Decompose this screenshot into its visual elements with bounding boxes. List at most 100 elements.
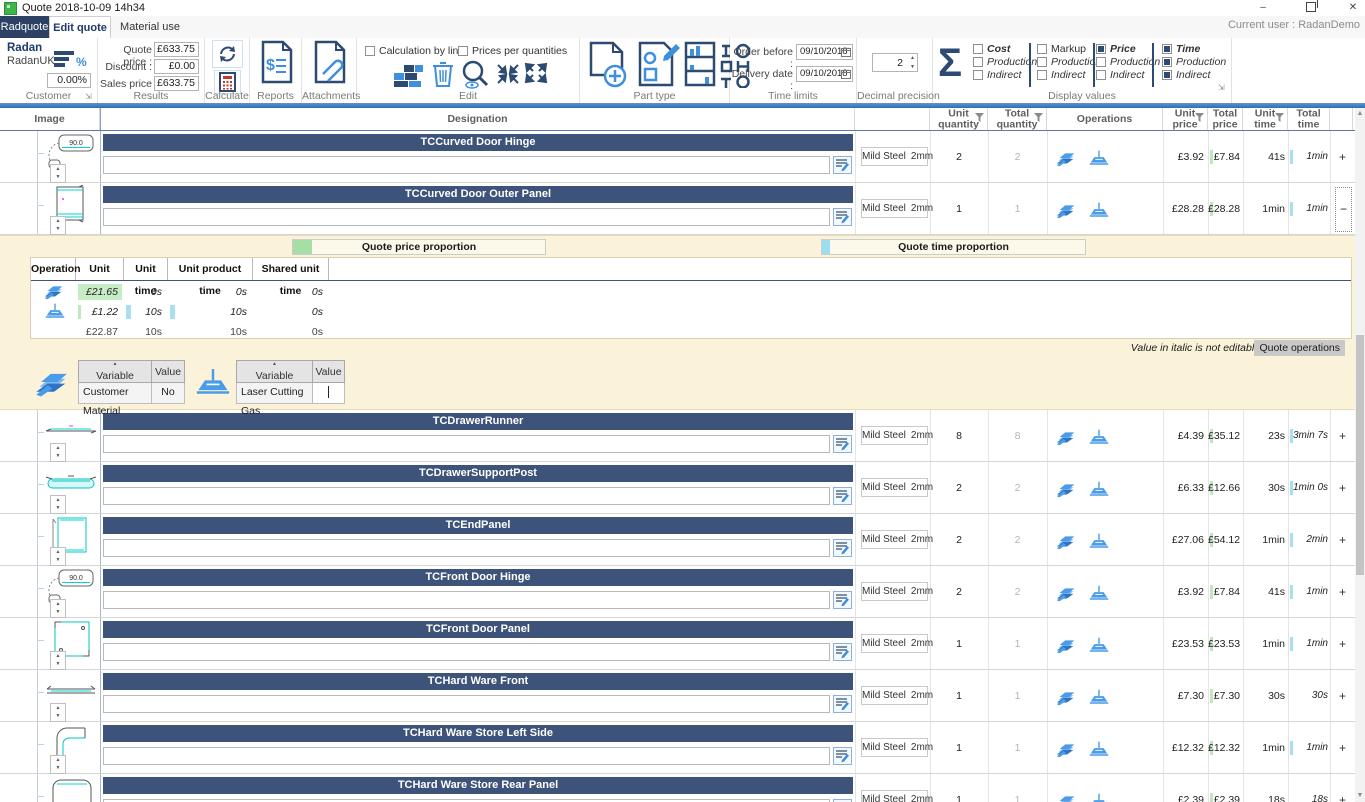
expand-row-button[interactable]: + — [1332, 618, 1353, 670]
restore-button[interactable] — [1300, 0, 1322, 15]
part-note-input[interactable] — [103, 591, 830, 609]
spinner-down-icon[interactable]: ▼ — [51, 608, 65, 616]
variable-value-cell[interactable] — [312, 383, 345, 404]
part-note-input[interactable] — [103, 747, 830, 765]
deburr-icon[interactable] — [1087, 636, 1111, 657]
expand-row-button[interactable]: + — [1332, 131, 1353, 183]
part-note-input[interactable] — [103, 695, 830, 713]
edit-checkbox-0[interactable] — [365, 46, 375, 56]
display-values-checkbox-0-1[interactable] — [973, 57, 983, 67]
display-values-checkbox-2-0[interactable] — [1096, 44, 1106, 54]
spinner-down-icon[interactable]: ▼ — [51, 452, 65, 460]
tab-radquote[interactable]: Radquote — [0, 16, 49, 38]
display-values-checkbox-0-2[interactable] — [973, 70, 983, 80]
unit-quantity-value[interactable]: 2 — [930, 462, 988, 514]
display-values-checkbox-3-1[interactable] — [1162, 57, 1172, 67]
column-header-unit-quantity[interactable]: Unitquantity — [930, 108, 988, 130]
edit-note-button[interactable] — [833, 747, 852, 765]
unit-quantity-value[interactable]: 8 — [930, 410, 988, 462]
deburr-icon[interactable] — [1087, 480, 1111, 501]
edit-note-button[interactable] — [833, 435, 852, 453]
display-values-dialog-launcher-icon[interactable]: ⇲ — [1218, 83, 1227, 92]
column-header-expander[interactable] — [1330, 108, 1353, 130]
scroll-down-icon[interactable]: ▼ — [1355, 790, 1365, 802]
quantity-spinner[interactable]: ▲▼ — [50, 443, 66, 462]
spinner-up-icon[interactable]: ▲ — [51, 548, 65, 556]
material-badge[interactable]: Mild Steel 2mm — [861, 738, 928, 757]
deburr-icon[interactable] — [1087, 740, 1111, 761]
quantity-spinner[interactable]: ▲▼ — [50, 547, 66, 566]
expand-all-icon[interactable] — [523, 61, 549, 88]
laser-cut-icon[interactable] — [1055, 584, 1079, 605]
collapse-all-icon[interactable] — [495, 62, 521, 89]
spinner-up-icon[interactable]: ▲ — [51, 600, 65, 608]
ops-header-3[interactable]: Unit product time — [168, 258, 253, 280]
value-column-header[interactable]: Value — [312, 360, 345, 383]
tab-material-use[interactable]: Material use — [115, 16, 185, 38]
calendar-icon[interactable] — [841, 69, 851, 84]
value-column-header[interactable]: Value — [151, 360, 185, 383]
display-values-checkbox-3-2[interactable] — [1162, 70, 1172, 80]
laser-cut-icon[interactable] — [1055, 480, 1079, 501]
part-library-icon[interactable] — [683, 41, 719, 92]
display-values-checkbox-1-0[interactable] — [1037, 44, 1047, 54]
time-limit-date-input-1[interactable]: 09/10/2018 — [796, 66, 853, 82]
display-values-checkbox-3-0[interactable] — [1162, 44, 1172, 54]
results-row-value-1[interactable]: £0.00 — [154, 59, 199, 74]
unit-quantity-value[interactable]: 1 — [930, 618, 988, 670]
minimize-button[interactable]: – — [1252, 0, 1274, 15]
time-limit-date-input-0[interactable]: 09/10/2018 — [796, 44, 853, 60]
spinner-up-icon[interactable]: ▲ — [51, 217, 65, 225]
ops-header-2[interactable]: Unit time — [124, 258, 168, 280]
expand-row-button[interactable]: + — [1332, 410, 1353, 462]
tab-edit-quote[interactable]: Edit quote — [49, 16, 111, 38]
column-header-total-quantity[interactable]: Totalquantity — [988, 108, 1047, 130]
new-part-icon[interactable] — [585, 40, 629, 93]
reports-icon[interactable]: $ — [258, 40, 296, 89]
part-thumbnail-image[interactable] — [43, 776, 99, 802]
ops-header-1[interactable]: Unit price — [76, 258, 124, 280]
display-values-checkbox-0-0[interactable] — [973, 44, 983, 54]
part-note-input[interactable] — [103, 156, 830, 174]
vertical-scrollbar[interactable]: ▲ ▼ — [1355, 108, 1365, 802]
laser-cut-icon[interactable] — [1055, 532, 1079, 553]
display-values-checkbox-1-2[interactable] — [1037, 70, 1047, 80]
filter-funnel-icon[interactable] — [975, 113, 984, 125]
spinner-up-icon[interactable]: ▲ — [51, 165, 65, 173]
display-values-checkbox-2-1[interactable] — [1096, 57, 1106, 67]
filter-funnel-icon[interactable] — [1034, 113, 1043, 125]
spin-up-icon[interactable]: ▲ — [910, 54, 915, 62]
edit-part-icon[interactable] — [635, 40, 681, 93]
material-badge[interactable]: Mild Steel 2mm — [861, 582, 928, 601]
column-header-operations[interactable]: Operations — [1047, 108, 1163, 130]
deburr-icon[interactable] — [1087, 792, 1111, 802]
material-badge[interactable]: Mild Steel 2mm — [861, 530, 928, 549]
laser-cut-icon[interactable] — [1055, 740, 1079, 761]
spin-down-icon[interactable]: ▼ — [910, 63, 915, 71]
quantity-spinner[interactable]: ▲▼ — [50, 651, 66, 670]
customer-discount-input[interactable]: 0.00% — [47, 73, 91, 88]
calendar-icon[interactable] — [841, 47, 851, 62]
ops-header-0[interactable]: Operation — [31, 258, 76, 280]
edit-note-button[interactable] — [833, 539, 852, 557]
material-badge[interactable]: Mild Steel 2mm — [861, 478, 928, 497]
expand-row-button[interactable]: + — [1332, 774, 1353, 802]
edit-checkbox-1[interactable] — [458, 46, 468, 56]
variable-name-cell[interactable]: Laser Cutting Gas — [236, 383, 313, 404]
ops-header-4[interactable]: Shared unit time — [253, 258, 329, 280]
spinner-up-icon[interactable]: ▲ — [51, 704, 65, 712]
deburr-icon[interactable] — [1087, 532, 1111, 553]
column-header-material[interactable] — [855, 108, 930, 130]
quantity-spinner[interactable]: ▲▼ — [50, 755, 66, 774]
results-row-value-0[interactable]: £633.75 — [154, 42, 199, 57]
deburr-icon[interactable] — [1087, 428, 1111, 449]
spinner-down-icon[interactable]: ▼ — [51, 764, 65, 772]
laser-cut-icon[interactable] — [1055, 149, 1079, 170]
material-badge[interactable]: Mild Steel 2mm — [861, 199, 928, 218]
quantity-spinner[interactable]: ▲▼ — [50, 495, 66, 514]
collapse-row-button[interactable]: − — [1335, 187, 1352, 232]
material-badge[interactable]: Mild Steel 2mm — [861, 686, 928, 705]
quantity-spinner[interactable]: ▲▼ — [50, 216, 66, 235]
spinner-up-icon[interactable]: ▲ — [51, 652, 65, 660]
edit-note-button[interactable] — [833, 695, 852, 713]
